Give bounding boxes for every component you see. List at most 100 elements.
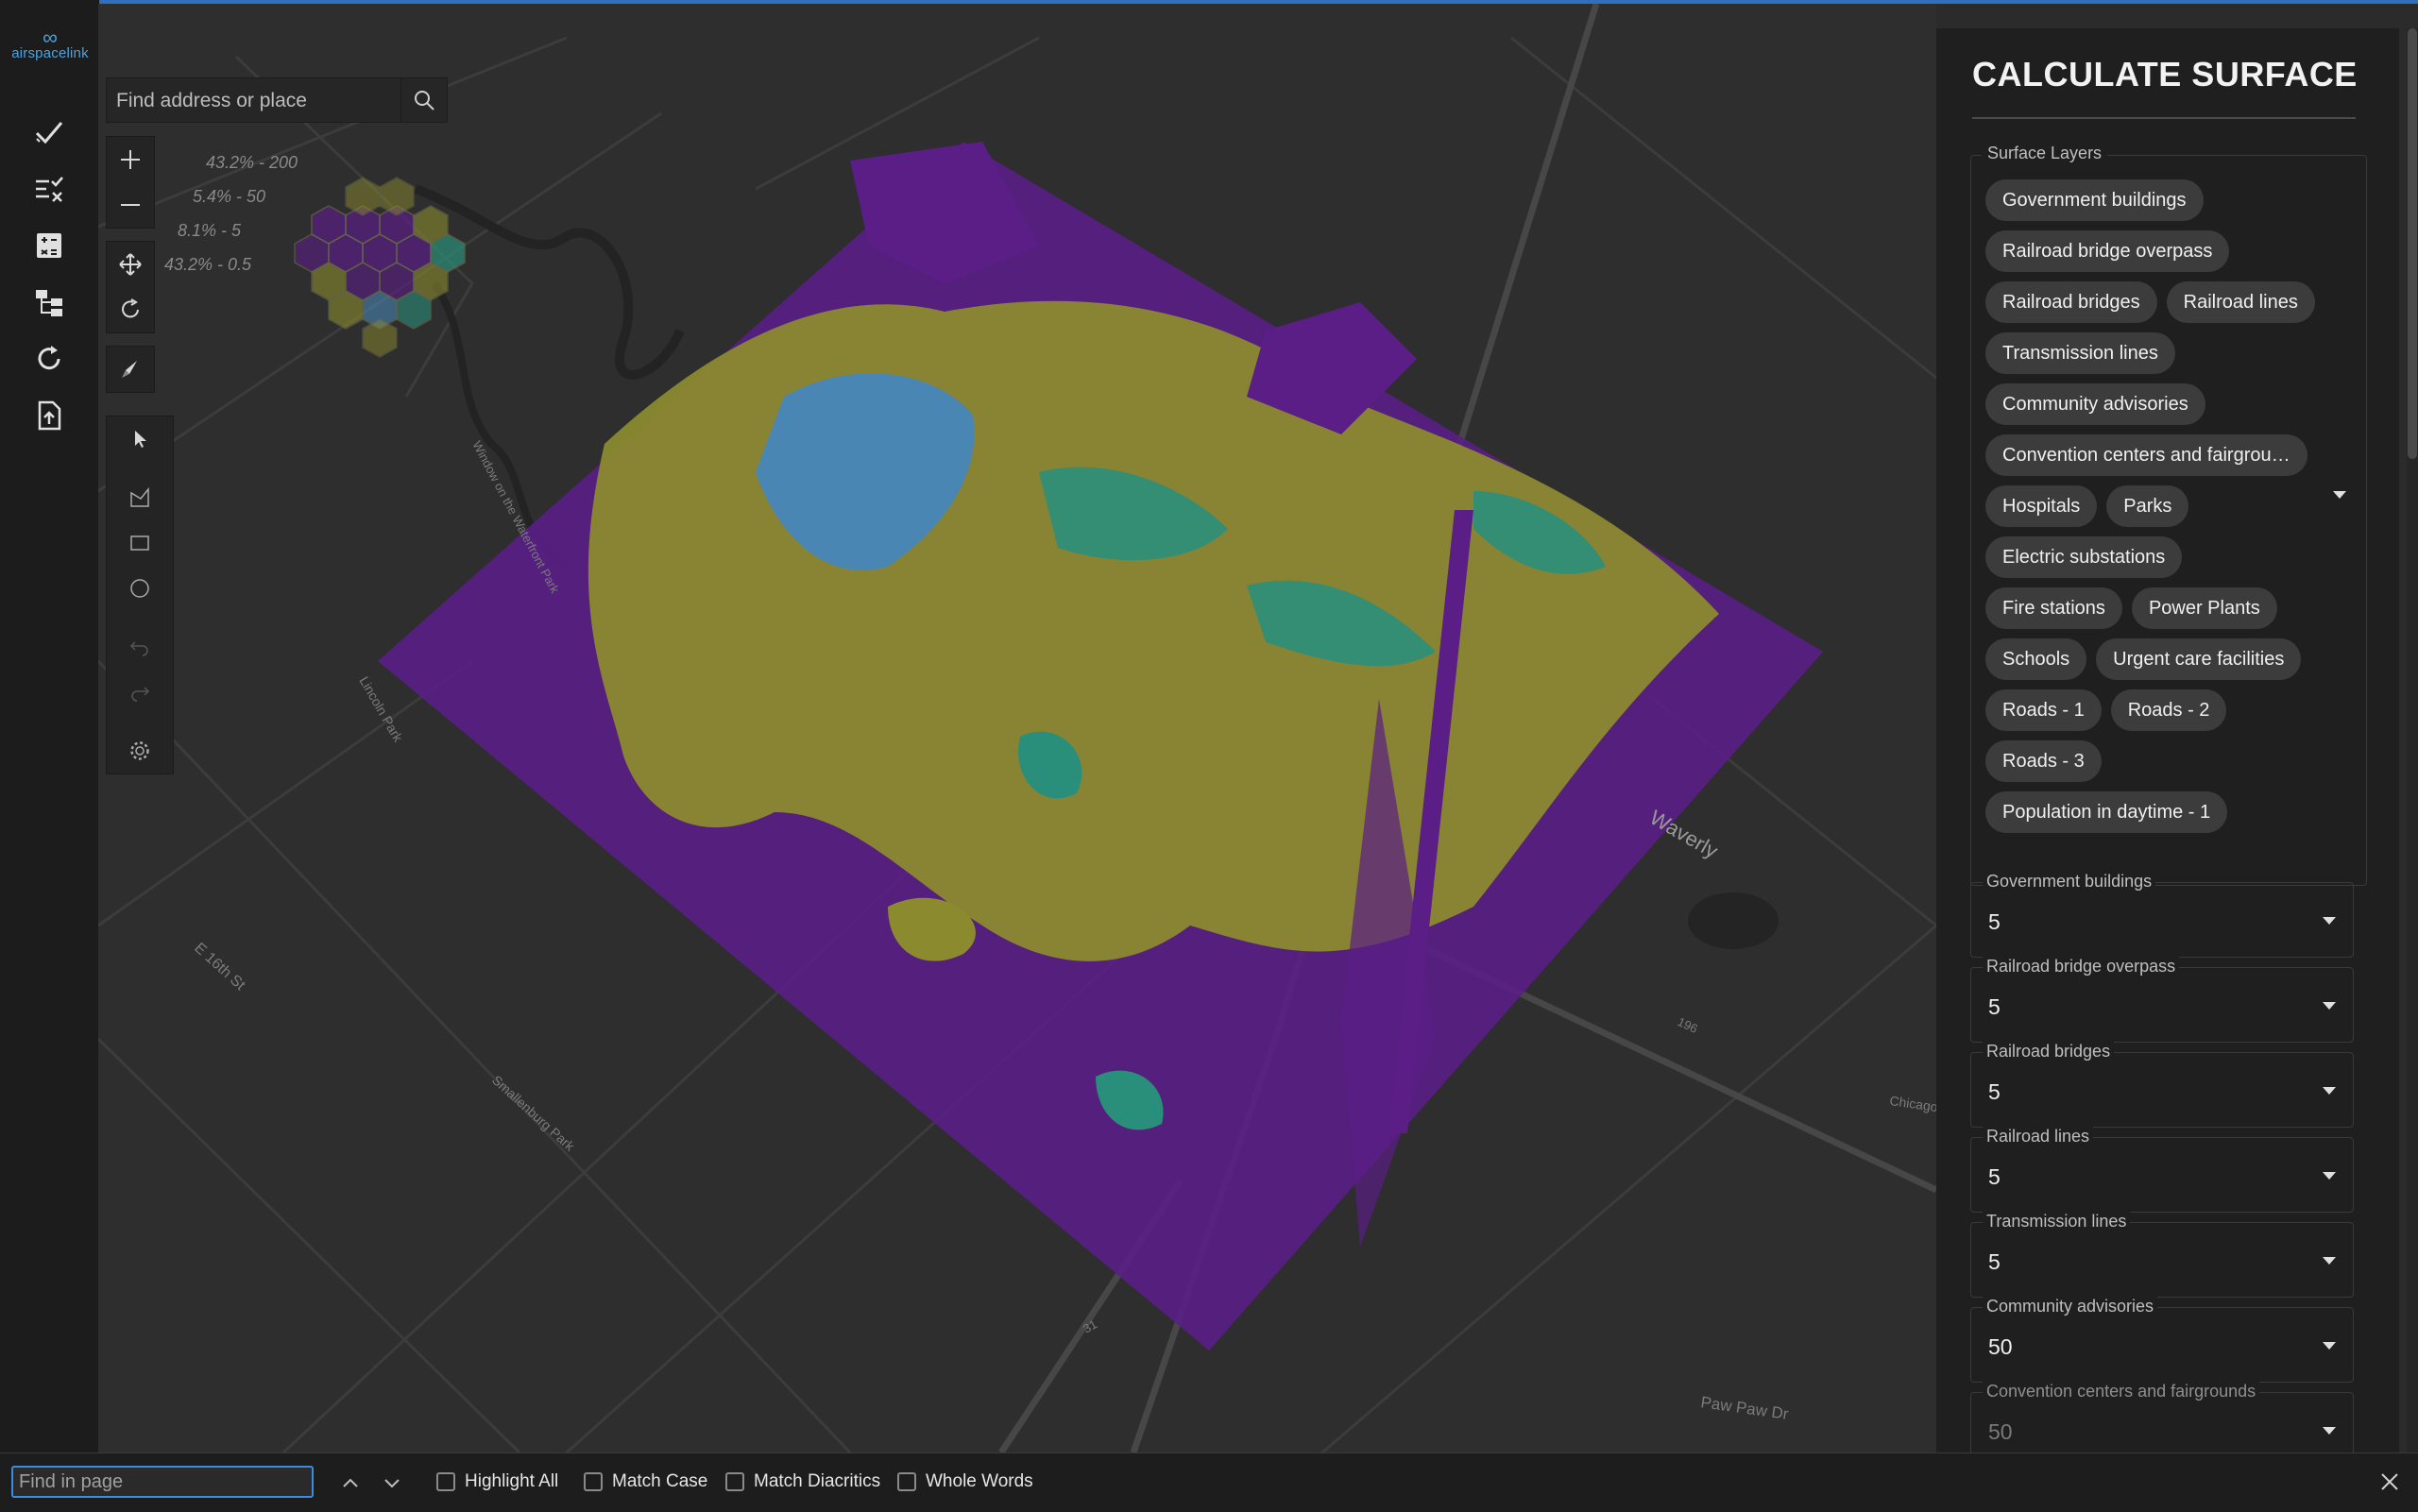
panel-scrollbar-thumb[interactable] <box>2408 28 2417 459</box>
circle-icon <box>130 579 149 598</box>
chevron-down-icon <box>2323 1427 2336 1435</box>
chip-population-daytime-1[interactable]: Population in daytime - 1 <box>1985 791 2228 833</box>
svg-text:Chicago Dr: Chicago Dr <box>1889 1093 1936 1117</box>
railroad-bridges-select[interactable]: Railroad bridges 5 <box>1970 1042 2354 1128</box>
search-box: Find address or place <box>106 77 448 123</box>
field-value: 5 <box>1988 1164 2001 1189</box>
chevron-down-icon[interactable] <box>2333 491 2346 499</box>
checkbox-box <box>897 1472 916 1491</box>
transmission-lines-select[interactable]: Transmission lines 5 <box>1970 1212 2354 1298</box>
chevron-down-icon <box>2323 1342 2336 1350</box>
close-icon[interactable] <box>2376 1469 2403 1495</box>
field-label: Transmission lines <box>1983 1212 2131 1232</box>
government-buildings-select[interactable]: Government buildings 5 <box>1970 872 2354 958</box>
railroad-lines-select[interactable]: Railroad lines 5 <box>1970 1127 2354 1213</box>
chevron-down-icon <box>2323 1087 2336 1095</box>
search-button[interactable] <box>400 78 447 122</box>
cursor-icon <box>135 431 146 448</box>
chip-roads-1[interactable]: Roads - 1 <box>1985 689 2102 731</box>
circle-tool[interactable] <box>107 566 173 611</box>
move-icon <box>119 253 142 276</box>
legend-label-50: 5.4% - 50 <box>193 187 266 206</box>
svg-text:Smallenburg Park: Smallenburg Park <box>489 1072 578 1154</box>
checkbox-label: Whole Words <box>926 1471 1033 1491</box>
compass-icon <box>122 361 137 378</box>
field-label: Government buildings <box>1983 872 2156 892</box>
chip-schools[interactable]: Schools <box>1985 638 2087 680</box>
checklist-icon[interactable] <box>28 168 70 210</box>
chip-parks[interactable]: Parks <box>2106 485 2189 527</box>
match-case-checkbox[interactable]: Match Case <box>584 1471 707 1492</box>
whole-words-checkbox[interactable]: Whole Words <box>897 1471 1033 1492</box>
compass-button[interactable] <box>107 347 154 392</box>
search-input[interactable]: Find address or place <box>107 78 400 122</box>
chip-urgent-care[interactable]: Urgent care facilities <box>2096 638 2302 680</box>
legend-label-0-5: 43.2% - 0.5 <box>164 255 252 274</box>
sketch-toolbar <box>106 416 174 774</box>
chip-roads-3[interactable]: Roads - 3 <box>1985 740 2102 782</box>
field-value: 5 <box>1988 1079 2001 1104</box>
hierarchy-icon[interactable] <box>28 281 70 323</box>
rectangle-icon <box>130 535 149 551</box>
polygon-tool[interactable] <box>107 475 173 520</box>
chip-convention-centers[interactable]: Convention centers and fairgrou… <box>1985 434 2307 476</box>
chip-fire-stations[interactable]: Fire stations <box>1985 587 2122 629</box>
gear-icon <box>130 741 149 760</box>
rotate-button[interactable] <box>107 287 154 332</box>
pan-button[interactable] <box>107 242 154 287</box>
minus-icon <box>121 204 140 206</box>
file-upload-icon[interactable] <box>28 395 70 436</box>
redo-button[interactable] <box>107 670 173 715</box>
chip-transmission-lines[interactable]: Transmission lines <box>1985 332 2175 374</box>
svg-text:196: 196 <box>1676 1014 1700 1036</box>
check-icon[interactable] <box>28 111 70 153</box>
chip-power-plants[interactable]: Power Plants <box>2131 587 2277 629</box>
calculator-icon[interactable] <box>28 225 70 266</box>
undo-button[interactable] <box>107 624 173 670</box>
logo-icon: ∞ <box>43 25 58 49</box>
settings-button[interactable] <box>107 728 173 773</box>
field-label: Community advisories <box>1983 1297 2158 1317</box>
field-label: Railroad lines <box>1983 1127 2094 1147</box>
rotate-icon <box>122 298 139 318</box>
chevron-up-icon[interactable] <box>338 1470 363 1495</box>
chip-hospitals[interactable]: Hospitals <box>1985 485 2098 527</box>
community-advisories-select[interactable]: Community advisories 50 <box>1970 1297 2354 1383</box>
rectangle-tool[interactable] <box>107 520 173 566</box>
field-value: 5 <box>1988 1249 2001 1274</box>
chevron-down-icon[interactable] <box>380 1470 404 1495</box>
chip-electric-substations[interactable]: Electric substations <box>1985 536 2183 578</box>
chip-roads-2[interactable]: Roads - 2 <box>2110 689 2227 731</box>
field-label: Railroad bridge overpass <box>1983 957 2180 977</box>
field-value: 5 <box>1988 909 2001 934</box>
zoom-in-button[interactable] <box>107 137 154 182</box>
select-tool[interactable] <box>107 416 173 462</box>
brand-logo[interactable]: ∞ airspacelink <box>8 25 93 62</box>
checkbox-box <box>584 1472 603 1491</box>
chevron-down-icon <box>2323 1002 2336 1010</box>
refresh-icon[interactable] <box>28 338 70 380</box>
field-label: Railroad bridges <box>1983 1042 2115 1062</box>
plus-icon <box>121 150 140 169</box>
find-input[interactable]: Find in page <box>11 1466 314 1498</box>
compass-control <box>106 346 155 393</box>
svg-text:E 16th St: E 16th St <box>191 940 248 994</box>
zoom-controls <box>106 136 155 229</box>
chip-railroad-bridges[interactable]: Railroad bridges <box>1985 281 2157 323</box>
chip-community-advisories[interactable]: Community advisories <box>1985 383 2205 425</box>
chip-government-buildings[interactable]: Government buildings <box>1985 179 2204 221</box>
zoom-out-button[interactable] <box>107 182 154 228</box>
convention-centers-select[interactable]: Convention centers and fairgrounds 50 <box>1970 1382 2354 1453</box>
checkbox-label: Highlight All <box>465 1471 559 1491</box>
checkbox-label: Match Diacritics <box>754 1471 881 1491</box>
chevron-down-icon <box>2323 1172 2336 1180</box>
highlight-all-checkbox[interactable]: Highlight All <box>436 1471 558 1492</box>
surface-layer-chips: Government buildings Railroad bridge ove… <box>1985 179 2325 842</box>
redo-icon <box>131 687 150 702</box>
chip-railroad-bridge-overpass[interactable]: Railroad bridge overpass <box>1985 230 2230 272</box>
checkbox-label: Match Case <box>612 1471 708 1491</box>
railroad-bridge-overpass-select[interactable]: Railroad bridge overpass 5 <box>1970 957 2354 1043</box>
chip-railroad-lines[interactable]: Railroad lines <box>2166 281 2315 323</box>
checkbox-box <box>436 1472 455 1491</box>
match-diacritics-checkbox[interactable]: Match Diacritics <box>725 1471 880 1492</box>
